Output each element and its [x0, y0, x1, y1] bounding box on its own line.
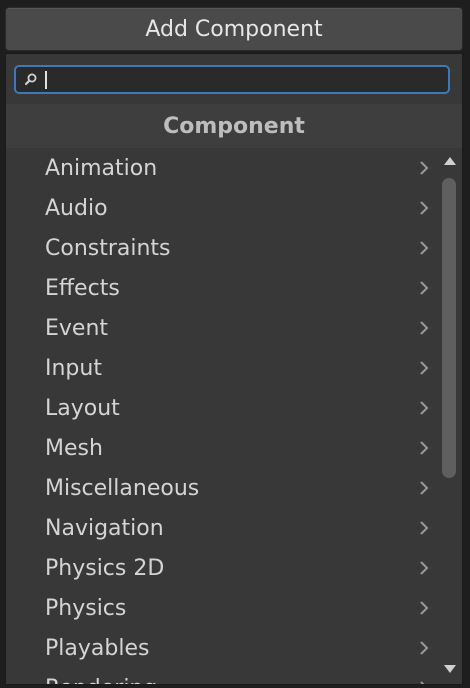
component-dropdown-panel: Component Animation Audio Constraints Effec… [5, 53, 463, 685]
list-item[interactable]: Mesh [6, 428, 436, 468]
list-item[interactable]: Constraints [6, 228, 436, 268]
scrollbar-thumb[interactable] [442, 178, 456, 478]
list-item-label: Physics 2D [45, 555, 165, 581]
component-category-list: Animation Audio Constraints Effects Event Inp… [6, 148, 436, 684]
chevron-right-icon [420, 241, 429, 255]
chevron-right-icon [420, 481, 429, 495]
chevron-right-icon [420, 641, 429, 655]
list-item-label: Navigation [45, 515, 164, 541]
chevron-right-icon [420, 321, 429, 335]
vertical-scrollbar[interactable] [436, 148, 462, 684]
list-item-label: Mesh [45, 435, 103, 461]
add-component-button[interactable]: Add Component [5, 7, 463, 51]
list-item-label: Event [45, 315, 109, 341]
search-bar [6, 54, 462, 104]
list-item[interactable]: Input [6, 348, 436, 388]
list-item-label: Layout [45, 395, 120, 421]
list-item-label: Effects [45, 275, 120, 301]
search-input[interactable] [14, 65, 450, 94]
scroll-down-arrow-icon[interactable] [443, 664, 457, 674]
list-item-label: Playables [45, 635, 150, 661]
list-item[interactable]: Physics [6, 588, 436, 628]
chevron-right-icon [420, 561, 429, 575]
list-item-label: Input [45, 355, 102, 381]
list-item-label: Audio [45, 195, 108, 221]
list-item[interactable]: Audio [6, 188, 436, 228]
category-header-title: Component [163, 113, 305, 139]
chevron-right-icon [420, 161, 429, 175]
list-item[interactable]: Rendering [6, 668, 436, 684]
search-icon [24, 73, 37, 86]
chevron-right-icon [420, 521, 429, 535]
list-item-label: Animation [45, 155, 158, 181]
list-item[interactable]: Layout [6, 388, 436, 428]
text-cursor [45, 71, 47, 89]
list-item-label: Miscellaneous [45, 475, 200, 501]
list-item[interactable]: Navigation [6, 508, 436, 548]
chevron-right-icon [420, 361, 429, 375]
list-item[interactable]: Effects [6, 268, 436, 308]
list-item[interactable]: Animation [6, 148, 436, 188]
chevron-right-icon [420, 201, 429, 215]
chevron-right-icon [420, 401, 429, 415]
list-item[interactable]: Playables [6, 628, 436, 668]
chevron-right-icon [420, 281, 429, 295]
chevron-right-icon [420, 681, 425, 684]
list-item-label: Physics [45, 595, 127, 621]
list-item[interactable]: Event [6, 308, 436, 348]
category-header: Component [6, 104, 462, 148]
list-item[interactable]: Miscellaneous [6, 468, 436, 508]
chevron-right-icon [420, 441, 429, 455]
list-item-label: Constraints [45, 235, 171, 261]
chevron-right-icon [420, 601, 429, 615]
list-item-label: Rendering [45, 676, 157, 685]
add-component-label: Add Component [145, 16, 323, 42]
scroll-up-arrow-icon[interactable] [443, 156, 457, 166]
list-item[interactable]: Physics 2D [6, 548, 436, 588]
